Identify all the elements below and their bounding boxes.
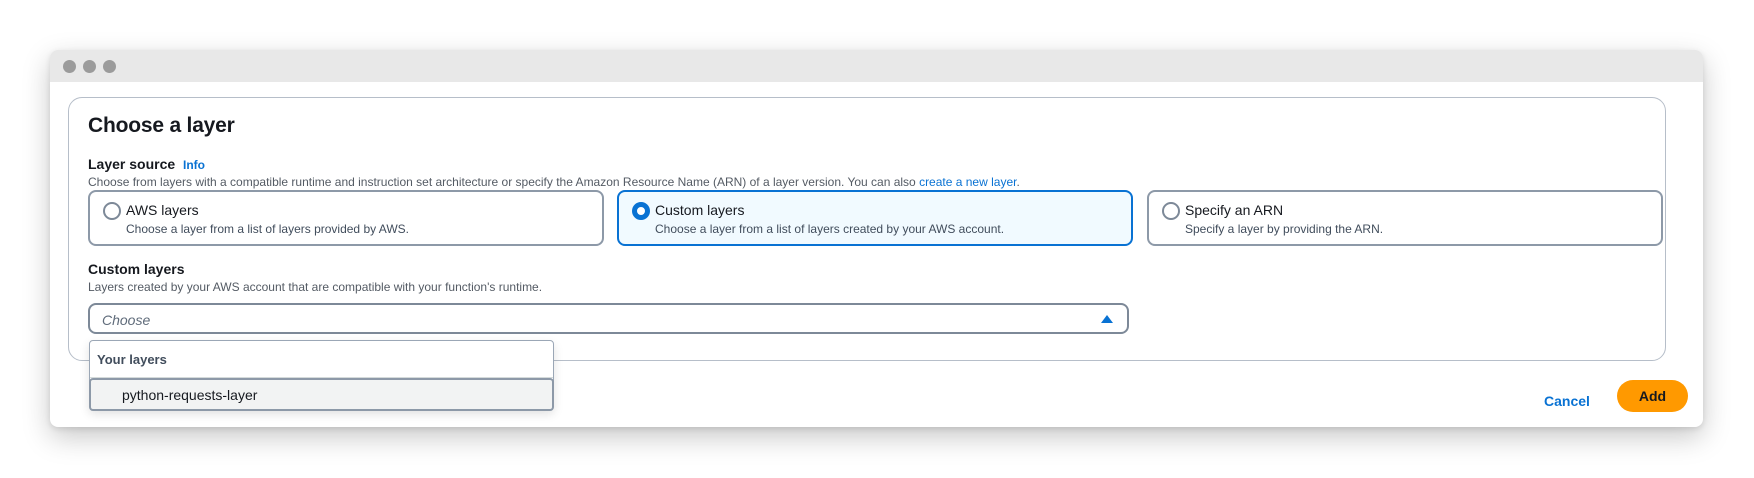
tile-description: Choose a layer from a list of layers pro… [126, 222, 410, 236]
panel-title: Choose a layer [88, 114, 235, 137]
create-new-layer-link[interactable]: create a new layer [919, 175, 1016, 189]
tile-title: Custom layers [655, 202, 745, 218]
radio-custom-layers-icon[interactable] [632, 202, 650, 220]
add-button[interactable]: Add [1617, 380, 1688, 412]
window-close-dot[interactable] [63, 60, 76, 73]
layers-dropdown: Your layers python-requests-layer [89, 340, 554, 411]
tile-custom-layers[interactable]: Custom layers Choose a layer from a list… [617, 190, 1133, 246]
tile-title: AWS layers [126, 202, 199, 218]
layer-source-description: Choose from layers with a compatible run… [88, 175, 1020, 189]
window-maximize-dot[interactable] [103, 60, 116, 73]
radio-aws-layers-icon[interactable] [103, 202, 121, 220]
dropdown-option-label: python-requests-layer [122, 387, 258, 403]
dropdown-group-label: Your layers [97, 352, 167, 367]
window-minimize-dot[interactable] [83, 60, 96, 73]
tile-specify-arn[interactable]: Specify an ARN Specify a layer by provid… [1147, 190, 1663, 246]
info-link[interactable]: Info [183, 158, 205, 172]
custom-layers-label: Custom layers [88, 261, 185, 277]
cancel-button[interactable]: Cancel [1544, 393, 1590, 409]
tile-description: Choose a layer from a list of layers cre… [655, 222, 1005, 236]
custom-layers-description: Layers created by your AWS account that … [88, 280, 543, 294]
tile-aws-layers[interactable]: AWS layers Choose a layer from a list of… [88, 190, 604, 246]
window-titlebar [50, 50, 1703, 82]
choose-layer-panel: Choose a layer Layer source Info Choose … [68, 97, 1666, 361]
tile-description: Specify a layer by providing the ARN. [1185, 222, 1384, 236]
custom-layers-select[interactable]: Choose [88, 303, 1129, 334]
radio-specify-arn-icon[interactable] [1162, 202, 1180, 220]
caret-up-icon [1101, 315, 1113, 323]
tile-title: Specify an ARN [1185, 202, 1284, 218]
select-placeholder: Choose [102, 312, 151, 328]
layer-source-label: Layer source [88, 156, 176, 172]
dropdown-option-python-requests-layer[interactable]: python-requests-layer [89, 378, 554, 411]
browser-window: Choose a layer Layer source Info Choose … [50, 50, 1703, 427]
